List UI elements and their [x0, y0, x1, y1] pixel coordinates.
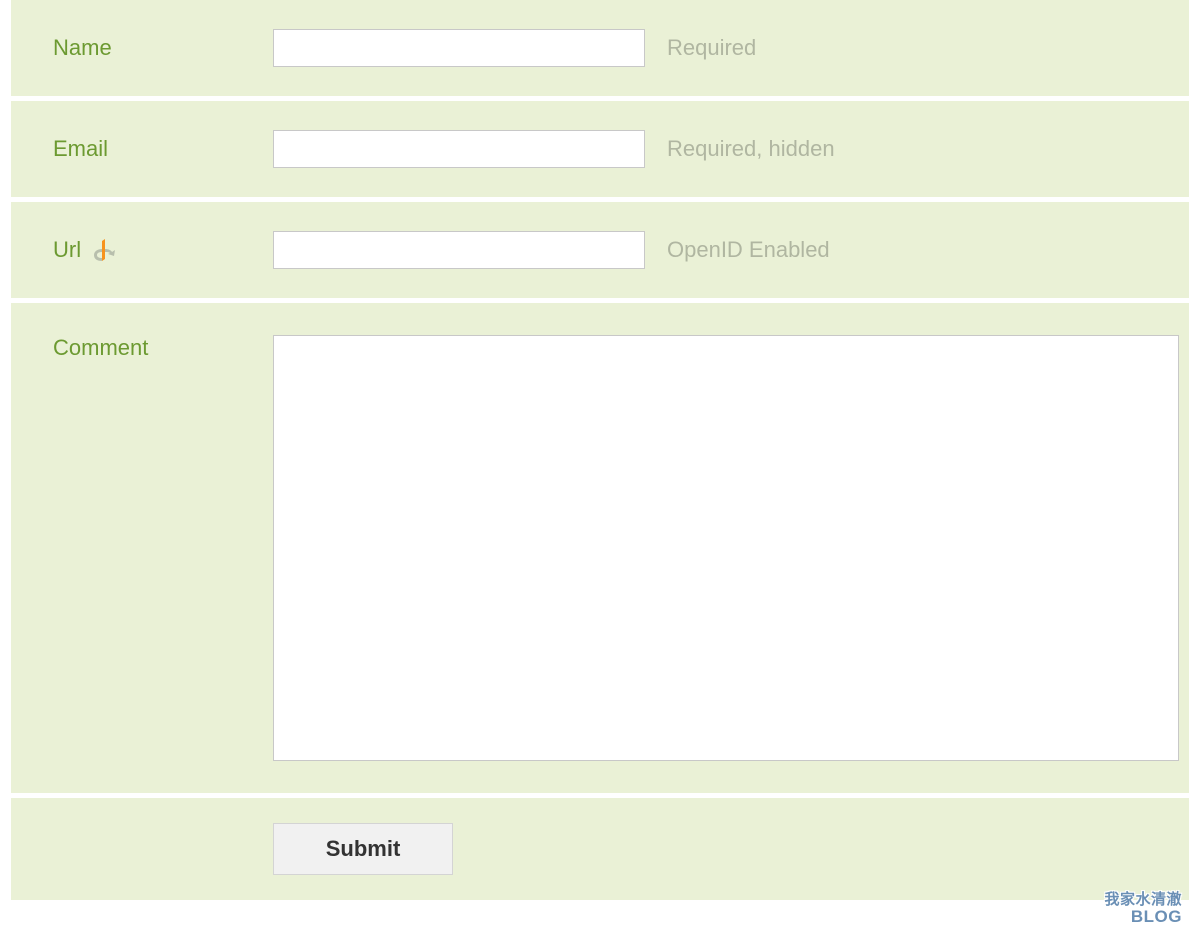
- email-hint: Required, hidden: [667, 136, 835, 162]
- watermark: 我家水清澈 BLOG: [1104, 892, 1182, 926]
- comment-textarea[interactable]: [273, 335, 1179, 761]
- url-input[interactable]: [273, 231, 645, 269]
- comment-form: Name Required Email Required, hidden Url…: [11, 0, 1189, 905]
- name-label: Name: [53, 35, 273, 61]
- name-row: Name Required: [11, 0, 1189, 101]
- url-row: Url OpenID Enabled: [11, 202, 1189, 303]
- openid-icon: [91, 238, 115, 262]
- watermark-line1: 我家水清澈: [1104, 891, 1182, 908]
- url-label-text: Url: [53, 237, 81, 263]
- comment-label: Comment: [53, 335, 273, 361]
- submit-row: Submit: [11, 798, 1189, 905]
- email-row: Email Required, hidden: [11, 101, 1189, 202]
- url-hint: OpenID Enabled: [667, 237, 830, 263]
- name-hint: Required: [667, 35, 756, 61]
- watermark-line2: BLOG: [1104, 908, 1182, 926]
- comment-row: Comment: [11, 303, 1189, 798]
- url-label: Url: [53, 237, 273, 263]
- email-label: Email: [53, 136, 273, 162]
- submit-button[interactable]: Submit: [273, 823, 453, 875]
- name-input[interactable]: [273, 29, 645, 67]
- email-input[interactable]: [273, 130, 645, 168]
